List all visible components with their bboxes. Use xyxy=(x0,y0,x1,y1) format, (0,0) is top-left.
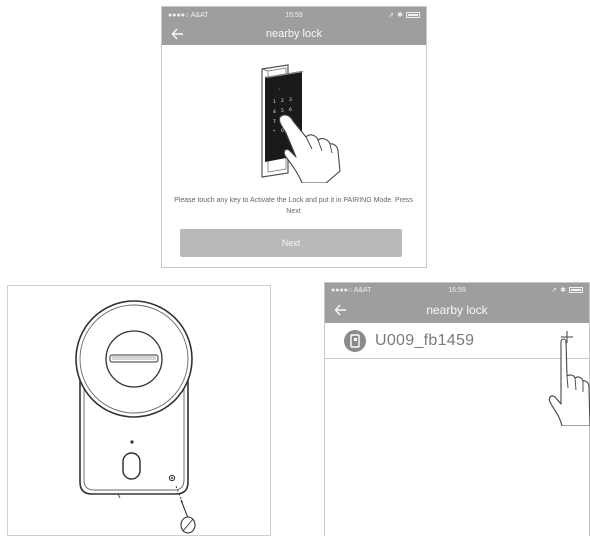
instruction-text: Please touch any key to Activate the Loc… xyxy=(174,197,413,215)
clock: 16:59 xyxy=(448,286,466,294)
clock: 16:59 xyxy=(285,11,303,19)
svg-text:6: 6 xyxy=(289,107,292,113)
status-icons: ➚ ✱ xyxy=(499,286,583,294)
lock-device-icon xyxy=(344,329,366,352)
nav-bar: nearby lock xyxy=(162,23,426,45)
keypad-touch-illustration: ◦ 123 456 789 *0# xyxy=(261,64,341,183)
location-icon: ➚ xyxy=(388,12,395,19)
svg-text:3: 3 xyxy=(289,97,292,103)
svg-text:7: 7 xyxy=(273,119,276,125)
page-title: nearby lock xyxy=(426,303,488,317)
svg-text:2: 2 xyxy=(281,98,284,104)
status-bar: ●●●●○ A&AT 16:59 ➚ ✱ xyxy=(162,7,426,23)
lock-name: U009_fb1459 xyxy=(375,331,475,349)
location-icon: ➚ xyxy=(551,287,558,294)
bluetooth-icon: ✱ xyxy=(560,287,566,294)
battery-icon xyxy=(569,287,583,293)
carrier-label: ●●●●○ A&AT xyxy=(168,11,209,19)
back-arrow-icon[interactable] xyxy=(333,302,349,318)
carrier-label: ●●●●○ A&AT xyxy=(331,286,372,294)
svg-text:1: 1 xyxy=(273,99,276,105)
tapping-hand-illustration xyxy=(548,338,590,426)
next-button[interactable]: Next xyxy=(180,229,402,257)
battery-icon xyxy=(406,12,420,18)
nav-bar: nearby lock xyxy=(325,297,589,323)
lock-device-illustration xyxy=(75,300,196,534)
svg-text:5: 5 xyxy=(281,108,284,114)
lock-device-panel xyxy=(7,285,271,536)
page-title: nearby lock xyxy=(265,28,323,40)
status-bar: ●●●●○ A&AT 16:59 ➚ ✱ xyxy=(325,283,589,297)
svg-text:4: 4 xyxy=(273,109,276,115)
back-arrow-icon[interactable] xyxy=(170,26,186,42)
status-icons: ➚ ✱ xyxy=(336,11,420,19)
bluetooth-icon: ✱ xyxy=(397,12,403,19)
svg-text:◦: ◦ xyxy=(278,88,281,93)
